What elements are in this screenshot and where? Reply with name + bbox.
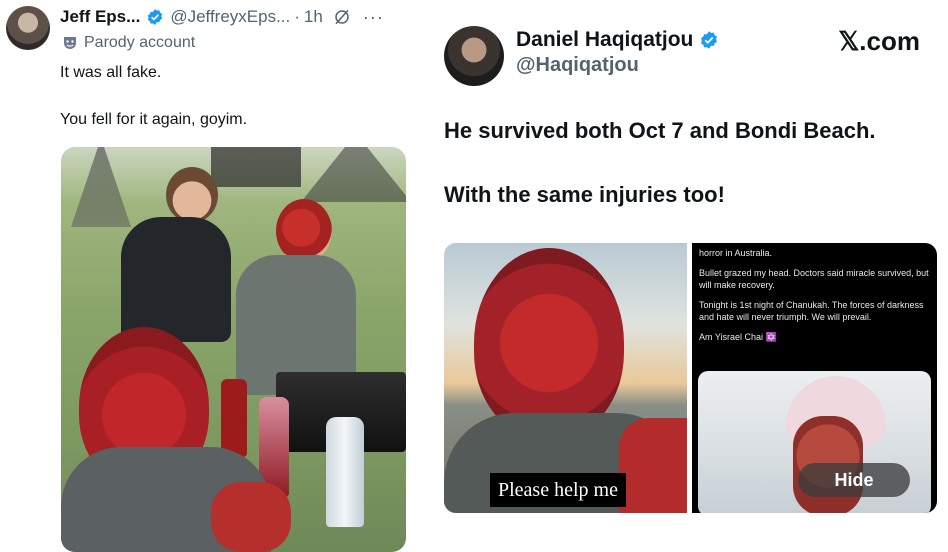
author-name[interactable]: Jeff Eps...	[60, 7, 140, 27]
left-tweet: Jeff Eps... @JeffreyxEps... · 1h ··· Par…	[0, 0, 420, 552]
right-author-handle[interactable]: @Haqiqatjou	[516, 54, 639, 77]
selfie-arm	[619, 418, 687, 513]
headline-1: He survived both Oct 7 and Bondi Beach.	[444, 118, 876, 143]
right-author-avatar[interactable]	[444, 26, 504, 86]
artist-head	[166, 167, 218, 223]
actor-head	[276, 199, 332, 263]
more-options-icon[interactable]: ···	[363, 7, 384, 28]
photo-caption: Please help me	[490, 473, 626, 507]
water-bottle	[326, 417, 364, 527]
x-com-watermark: 𝕏.com	[838, 26, 920, 56]
tweet-text-line-2: You fell for it again, goyim.	[60, 111, 248, 128]
author-avatar[interactable]	[6, 6, 50, 50]
parody-label-text: Parody account	[84, 34, 196, 51]
selfie-head	[474, 248, 624, 438]
artist-body	[121, 217, 231, 342]
panel-text: horror in Australia. Bullet grazed my he…	[699, 247, 931, 351]
bandaged-man-photo[interactable]: Hide	[698, 371, 931, 513]
right-author-name[interactable]: Daniel Haqiqatjou	[516, 28, 693, 52]
tweet-text-line-1: It was all fake.	[60, 64, 162, 81]
panel-line: Bullet grazed my head. Doctors said mira…	[699, 268, 929, 290]
right-author-name-row: Daniel Haqiqatjou	[516, 28, 725, 52]
panel-line: Am Yisrael Chai ✡️	[699, 332, 777, 342]
tripod-shape	[301, 147, 406, 202]
selfie-arm	[211, 482, 291, 552]
hide-button[interactable]: Hide	[798, 463, 910, 497]
panel-line: horror in Australia.	[699, 248, 773, 258]
verified-badge-icon	[148, 9, 163, 25]
tweet-photo[interactable]	[61, 147, 406, 552]
parody-label: Parody account	[62, 34, 195, 52]
panel-line: Tonight is 1st night of Chanukah. The fo…	[699, 300, 924, 322]
right-post: Daniel Haqiqatjou @Haqiqatjou 𝕏.com He s…	[430, 0, 948, 552]
tripod-shape	[71, 147, 131, 227]
equipment-shape	[211, 147, 301, 187]
headline-2: With the same injuries too!	[444, 182, 725, 207]
screenshot-panel: horror in Australia. Bullet grazed my he…	[692, 243, 937, 513]
grok-icon[interactable]	[333, 8, 351, 26]
timestamp[interactable]: 1h	[304, 7, 323, 27]
tweet-header: Jeff Eps... @JeffreyxEps... · 1h ···	[60, 6, 384, 28]
parody-mask-icon	[64, 37, 76, 49]
verified-badge-icon	[701, 31, 718, 49]
separator-dot: ·	[294, 7, 300, 26]
blood-bottle	[221, 379, 247, 457]
author-handle[interactable]: @JeffreyxEps...	[170, 7, 290, 27]
